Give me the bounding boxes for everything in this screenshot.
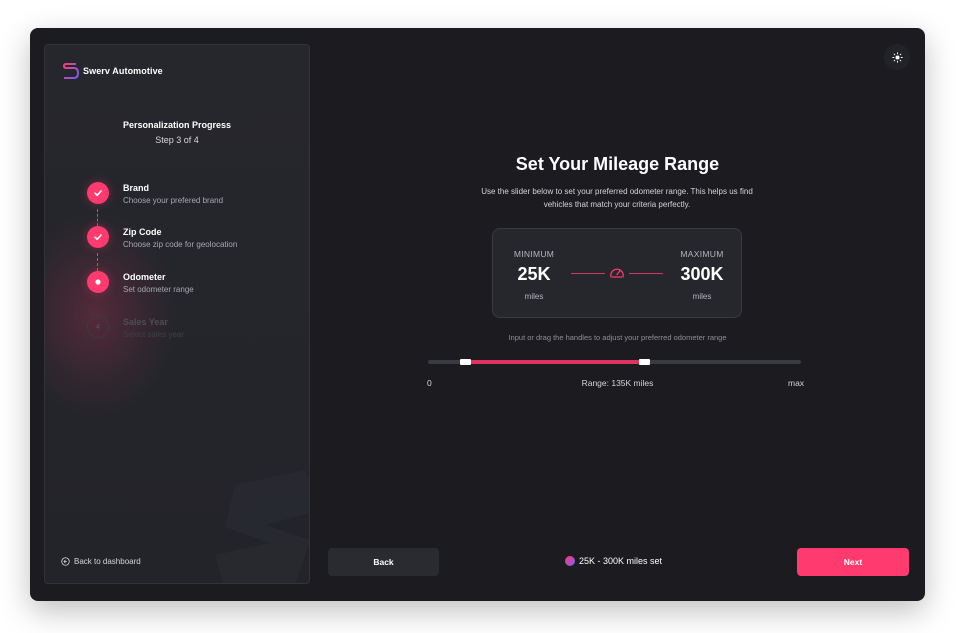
step-title: Sales Year <box>123 317 168 327</box>
arrow-left-circle-icon <box>61 557 70 566</box>
step-status-done <box>87 182 109 204</box>
step-number: 4 <box>87 316 109 338</box>
odometer-range-slider[interactable] <box>428 359 801 365</box>
status-dot-icon <box>565 556 575 566</box>
step-status-active <box>87 271 109 293</box>
brand-name: Swerv Automotive <box>83 66 163 76</box>
step-subtitle: Choose zip code for geolocation <box>123 240 238 249</box>
slider-axis-max: max <box>788 378 805 388</box>
sun-icon <box>891 51 903 63</box>
page-description: Use the slider below to set your preferr… <box>481 187 753 209</box>
minimum-display: MINIMUM 25K miles <box>494 249 574 301</box>
progress-title: Personalization Progress <box>122 120 232 130</box>
step-title: Odometer <box>123 272 166 282</box>
slider-range-readout: Range: 135K miles <box>581 378 654 388</box>
speedometer-icon <box>610 268 624 278</box>
page-title: Set Your Mileage Range <box>515 154 720 174</box>
step-sales-year[interactable]: 4 Sales Year Select sales year <box>87 316 184 339</box>
step-brand[interactable]: Brand Choose your prefered brand <box>87 182 223 205</box>
brand[interactable]: Swerv Automotive <box>61 61 163 81</box>
progress-step: Step 3 of 4 <box>155 135 199 145</box>
slider-max-handle[interactable] <box>638 359 650 365</box>
slider-hint: Input or drag the handles to adjust your… <box>508 333 727 342</box>
app-window: Swerv Automotive Personalization Progres… <box>30 28 925 601</box>
swerv-logo-icon <box>63 63 79 79</box>
slider-min-handle[interactable] <box>459 359 471 365</box>
step-title: Zip Code <box>123 227 162 237</box>
slider-selected-range <box>465 360 645 364</box>
minimum-unit: miles <box>524 292 544 301</box>
step-title: Brand <box>123 183 150 193</box>
step-subtitle: Choose your prefered brand <box>123 196 224 205</box>
range-divider-line <box>629 273 663 274</box>
step-subtitle: Select sales year <box>123 330 184 339</box>
step-subtitle: Set odometer range <box>123 285 194 294</box>
next-button[interactable]: Next <box>797 548 909 576</box>
minimum-label: MINIMUM <box>513 249 555 259</box>
check-icon <box>94 234 102 241</box>
back-button[interactable]: Back <box>328 548 439 576</box>
step-odometer[interactable]: Odometer Set odometer range <box>87 271 194 294</box>
maximum-label: MAXIMUM <box>680 249 724 259</box>
minimum-value[interactable]: 25K <box>494 264 574 285</box>
logo-watermark <box>215 470 309 583</box>
maximum-value[interactable]: 300K <box>662 264 742 285</box>
dot-icon <box>95 279 101 285</box>
maximum-unit: miles <box>692 292 712 301</box>
step-zip-code[interactable]: Zip Code Choose zip code for geolocation <box>87 226 237 249</box>
back-to-dashboard-link[interactable]: Back to dashboard <box>61 557 141 566</box>
mileage-range-card: MINIMUM 25K miles MAXIMUM 300K miles <box>492 228 742 318</box>
back-to-dashboard-label: Back to dashboard <box>74 557 141 566</box>
step-status-done <box>87 226 109 248</box>
range-status-text: 25K - 300K miles set <box>579 556 663 566</box>
range-divider-line <box>571 273 605 274</box>
check-icon <box>94 190 102 197</box>
maximum-display: MAXIMUM 300K miles <box>662 249 742 301</box>
theme-toggle-button[interactable] <box>884 44 910 70</box>
range-status: 25K - 300K miles set <box>565 556 662 566</box>
sidebar: Swerv Automotive Personalization Progres… <box>44 44 310 584</box>
step-connector <box>97 298 98 318</box>
